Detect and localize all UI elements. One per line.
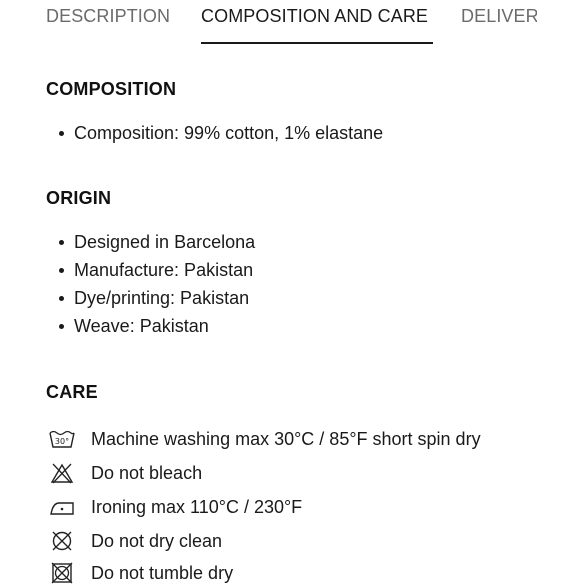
- composition-heading: COMPOSITION: [46, 79, 177, 99]
- list-item: Manufacture: Pakistan: [46, 256, 255, 284]
- care-heading: CARE: [46, 382, 98, 402]
- active-tab-underline: [201, 42, 433, 44]
- iron-one-dot-icon: [48, 496, 76, 518]
- list-item: Composition: 99% cotton, 1% elastane: [46, 119, 383, 147]
- composition-list: Composition: 99% cotton, 1% elastane: [46, 119, 383, 147]
- wash-30-icon: 30°: [48, 428, 76, 450]
- no-bleach-icon: [48, 462, 76, 484]
- origin-heading: ORIGIN: [46, 188, 112, 208]
- no-dry-clean-icon: [48, 530, 76, 552]
- wash-temperature-label: 30°: [55, 437, 69, 446]
- list-item: Dye/printing: Pakistan: [46, 284, 255, 312]
- tab-bar: DESCRIPTION COMPOSITION AND CARE DELIVER…: [0, 0, 580, 46]
- care-label: Do not bleach: [91, 463, 203, 483]
- care-label: Ironing max 110°C / 230°F: [91, 497, 303, 517]
- tab-delivery[interactable]: DELIVERY: [461, 6, 537, 27]
- list-item: Designed in Barcelona: [46, 228, 255, 256]
- tab-description[interactable]: DESCRIPTION: [46, 6, 170, 27]
- care-label: Do not dry clean: [91, 531, 223, 551]
- origin-list: Designed in Barcelona Manufacture: Pakis…: [46, 228, 255, 340]
- care-label: Machine washing max 30°C / 85°F short sp…: [91, 429, 481, 449]
- tab-composition-and-care[interactable]: COMPOSITION AND CARE: [201, 6, 428, 27]
- list-item: Weave: Pakistan: [46, 312, 255, 340]
